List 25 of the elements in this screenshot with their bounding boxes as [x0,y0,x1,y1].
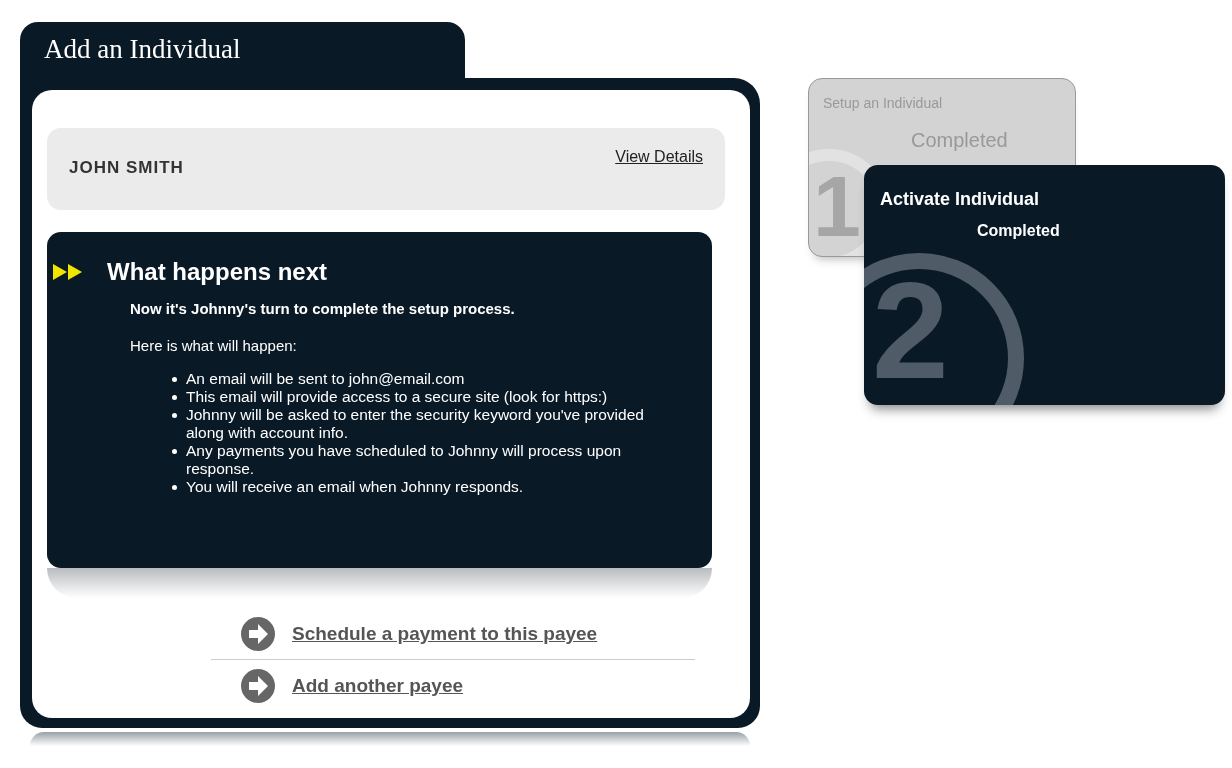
list-item: Johnny will be asked to enter the security keyword you've provided along with account info. [186,406,645,442]
panel-title: Add an Individual [44,34,241,64]
action-link[interactable]: Add another payee [292,675,464,697]
list-item: An email will be sent to john@email.com [186,370,465,388]
next-steps-lead: Now it's Johnny's turn to complete the setup process. [130,300,516,317]
step-number: 2 [872,261,949,399]
bullet-icon [172,413,177,418]
payee-name: JOHN SMITH [69,158,184,179]
arrow-circle-icon[interactable] [241,617,275,651]
arrow-circle-icon[interactable] [241,669,275,703]
bullet-icon [172,377,177,382]
next-steps-title: What happens next [107,258,328,286]
step-title: Setup an Individual [823,95,944,111]
bullet-icon [172,395,177,400]
step-status: Completed [911,129,1009,152]
action-link[interactable]: Schedule a payment to this payee [292,623,598,645]
bullet-icon [172,485,177,490]
list-item: Any payments you have scheduled to Johnny will process upon response. [186,442,623,478]
next-steps-intro: Here is what will happen: [130,337,298,354]
list-item: You will receive an email when Johnny responds. [186,478,524,496]
list-item: This email will provide access to a secure site (look for https:) [186,388,608,406]
view-details-link[interactable]: View Details [615,148,703,168]
step-status: Completed [977,222,1061,240]
step-title: Activate Individual [880,189,1041,210]
bullet-icon [172,449,177,454]
